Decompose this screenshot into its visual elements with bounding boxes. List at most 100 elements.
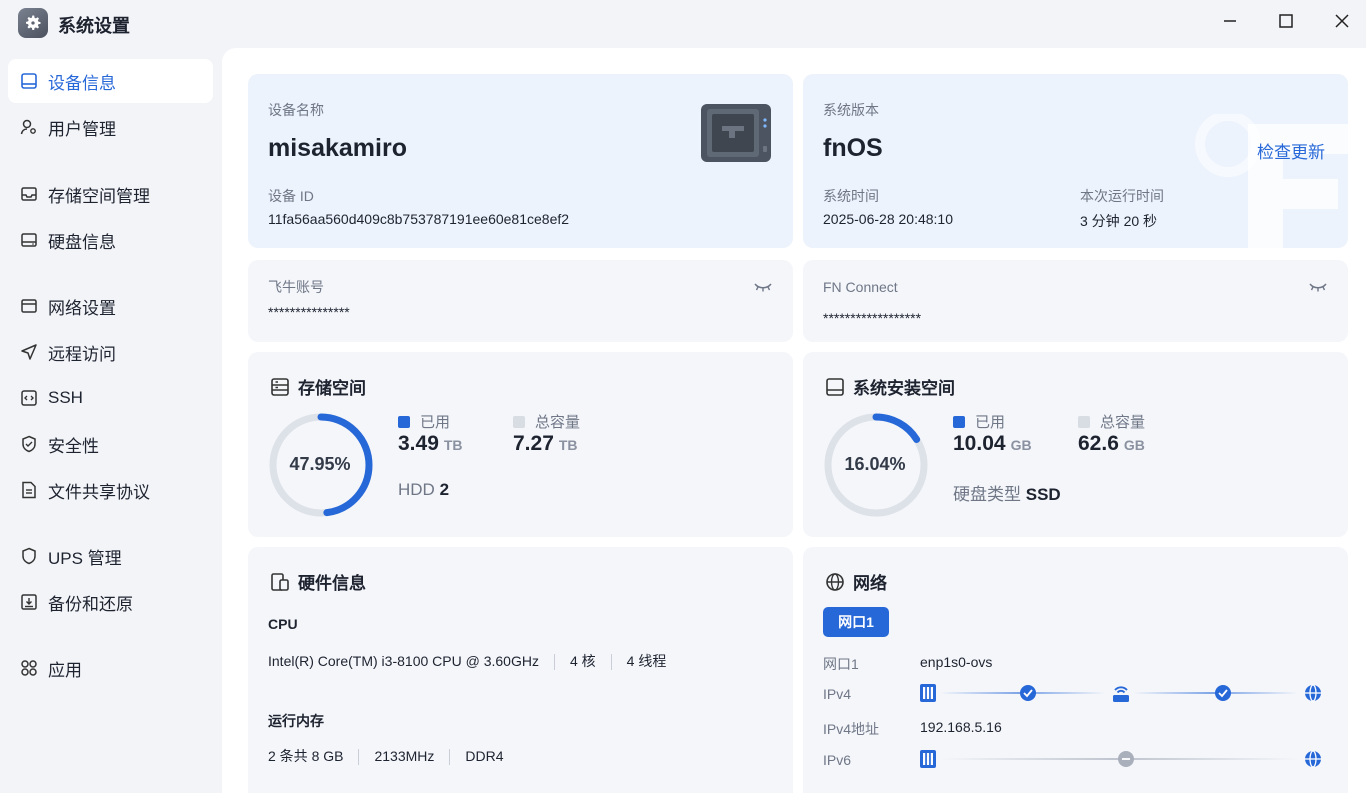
sidebar-item-disk[interactable]: 硬盘信息: [8, 218, 213, 262]
sidebar-item-backup[interactable]: 备份和还原: [8, 580, 213, 624]
storage-card: 存储空间 47.95% 已用 3.49 TB 总容量 7.27 TB HDD 2: [248, 352, 793, 537]
fn-connect-card: FN Connect ******************: [803, 260, 1348, 342]
fnos-watermark-icon: [1188, 111, 1348, 248]
storage-used-value: 3.49 TB: [398, 432, 463, 455]
file-icon: [20, 481, 38, 499]
disk-icon: [825, 377, 845, 397]
hdd-count: HDD 2: [398, 480, 450, 499]
title-bar: 系统设置: [0, 0, 1366, 48]
cpu-label: CPU: [268, 616, 298, 632]
maximize-button[interactable]: [1266, 8, 1306, 38]
sidebar-item-label: 设备信息: [48, 73, 116, 93]
nas-device-icon: [700, 102, 772, 169]
device-name: misakamiro: [268, 134, 407, 162]
system-time-label: 系统时间: [823, 188, 879, 204]
minimize-icon: [1223, 14, 1237, 33]
storage-percent: 47.95%: [289, 454, 351, 474]
maximize-icon: [1279, 13, 1293, 33]
port-label: 网口1: [823, 656, 859, 672]
sidebar-item-label: SSH: [48, 388, 83, 407]
sidebar-item-label: 用户管理: [48, 119, 116, 139]
port-value: enp1s0-ovs: [920, 654, 993, 670]
network-card: 网络 网口1 网口1 enp1s0-ovs IPv4 IPv4地址 192.16…: [803, 547, 1348, 793]
system-space-used-value: 10.04 GB: [953, 432, 1032, 455]
device-card: 设备名称 misakamiro 设备 ID 11fa56aa560d409c8b…: [248, 74, 793, 248]
device-icon: [20, 72, 38, 90]
system-space-total-legend: 总容量: [1078, 411, 1145, 432]
sidebar-item-label: 文件共享协议: [48, 482, 150, 502]
device-id: 11fa56aa560d409c8b753787191ee60e81ce8ef2: [268, 211, 570, 227]
system-time: 2025-06-28 20:48:10: [823, 211, 953, 227]
system-space-used-legend: 已用: [953, 411, 1005, 432]
ipv4-status-chain: [918, 680, 1323, 711]
system-space-card: 系统安装空间 16.04% 已用 10.04 GB 总容量 62.6 GB 硬盘类型…: [803, 352, 1348, 537]
eye-closed-icon[interactable]: [1308, 280, 1328, 299]
system-version: fnOS: [823, 134, 883, 162]
network-window-icon: [20, 297, 38, 315]
tab-port1[interactable]: 网口1: [823, 607, 889, 637]
sidebar-item-remote[interactable]: 远程访问: [8, 330, 213, 374]
hardware-card: 硬件信息 CPU Intel(R) Core(TM) i3-8100 CPU @…: [248, 547, 793, 793]
sidebar-item-file-sharing[interactable]: 文件共享协议: [8, 468, 213, 512]
disk-type: 硬盘类型 SSD: [953, 485, 1061, 504]
globe-icon: [825, 572, 845, 592]
shield-check-icon: [20, 435, 38, 453]
eye-closed-icon[interactable]: [753, 280, 773, 299]
sidebar-item-label: 硬盘信息: [48, 232, 116, 252]
system-card: 系统版本 fnOS 检查更新 系统时间 2025-06-28 20:48:10 …: [803, 74, 1348, 248]
sidebar: 设备信息 用户管理 存储空间管理 硬盘信息 网络设置 远程访问 SSH 安全性 …: [0, 48, 222, 793]
sidebar-item-ssh[interactable]: SSH: [8, 376, 213, 420]
sidebar-item-ups[interactable]: UPS 管理: [8, 534, 213, 578]
devices-icon: [270, 572, 290, 592]
system-version-label: 系统版本: [823, 102, 879, 118]
main-panel: 设备名称 misakamiro 设备 ID 11fa56aa560d409c8b…: [222, 48, 1366, 793]
minimize-button[interactable]: [1210, 8, 1250, 38]
backup-icon: [20, 593, 38, 611]
sidebar-item-storage[interactable]: 存储空间管理: [8, 172, 213, 216]
ipv4-address: 192.168.5.16: [920, 719, 1002, 735]
ipv6-label: IPv6: [823, 752, 852, 768]
sidebar-item-apps[interactable]: 应用: [8, 646, 213, 690]
storage-used-legend: 已用: [398, 411, 450, 432]
system-space-percent: 16.04%: [844, 454, 906, 474]
ram-label: 运行内存: [268, 713, 324, 729]
hardware-title: 硬件信息: [270, 569, 366, 594]
settings-gear-icon: [18, 8, 48, 38]
user-gear-icon: [20, 118, 38, 136]
sidebar-item-security[interactable]: 安全性: [8, 422, 213, 466]
sidebar-item-device-info[interactable]: 设备信息: [8, 59, 213, 103]
system-space-total-value: 62.6 GB: [1078, 432, 1145, 455]
code-icon: [20, 389, 38, 407]
sidebar-item-network[interactable]: 网络设置: [8, 284, 213, 328]
ipv4-label: IPv4: [823, 686, 852, 702]
apps-icon: [20, 659, 38, 677]
account-value: ***************: [268, 304, 350, 320]
close-icon: [1335, 13, 1349, 33]
sidebar-item-label: UPS 管理: [48, 548, 122, 568]
device-name-label: 设备名称: [268, 102, 324, 118]
fn-connect-label: FN Connect: [823, 279, 898, 295]
sidebar-item-label: 网络设置: [48, 298, 116, 318]
cpu-info: Intel(R) Core(TM) i3-8100 CPU @ 3.60GHz 4…: [268, 653, 667, 671]
storage-total-value: 7.27 TB: [513, 432, 578, 455]
disk-icon: [20, 231, 38, 249]
network-title: 网络: [825, 569, 887, 594]
account-label: 飞牛账号: [268, 279, 324, 295]
sidebar-item-label: 安全性: [48, 436, 99, 456]
sidebar-item-users[interactable]: 用户管理: [8, 105, 213, 149]
close-button[interactable]: [1322, 8, 1362, 38]
uptime-label: 本次运行时间: [1080, 188, 1164, 204]
check-update-link[interactable]: 检查更新: [1257, 138, 1325, 163]
sidebar-item-label: 远程访问: [48, 344, 116, 364]
ipv6-status-chain: [918, 746, 1323, 777]
uptime: 3 分钟 20 秒: [1080, 213, 1158, 229]
device-id-label: 设备 ID: [268, 188, 314, 204]
sidebar-item-label: 备份和还原: [48, 594, 133, 614]
ipv4-address-label: IPv4地址: [823, 721, 880, 737]
sidebar-item-label: 应用: [48, 660, 82, 680]
storage-title: 存储空间: [270, 374, 366, 399]
sidebar-item-label: 存储空间管理: [48, 186, 150, 206]
account-card: 飞牛账号 ***************: [248, 260, 793, 342]
storage-icon: [20, 185, 38, 203]
storage-total-legend: 总容量: [513, 411, 580, 432]
